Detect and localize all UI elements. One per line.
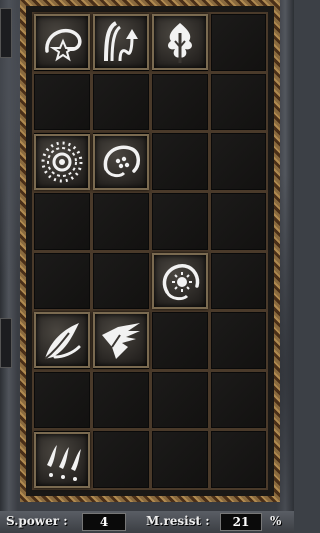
skill-slot[interactable]	[34, 312, 90, 369]
skill-slot[interactable]	[34, 371, 90, 429]
left-edge-slot	[0, 318, 12, 368]
skill-slot[interactable]	[93, 73, 149, 131]
skill-slot[interactable]	[152, 252, 208, 310]
skill-slot[interactable]	[93, 312, 149, 369]
skill-slot[interactable]	[93, 14, 149, 71]
skill-slot[interactable]	[211, 133, 266, 190]
claw-marks-icon[interactable]	[34, 431, 90, 488]
magic-resist-value: 21	[220, 513, 262, 531]
tree-spirit-icon[interactable]	[152, 14, 208, 71]
skill-slot[interactable]	[93, 371, 149, 429]
skill-slot[interactable]	[152, 133, 208, 190]
skill-slot[interactable]	[211, 73, 266, 131]
crescent-dots-icon[interactable]	[93, 133, 149, 190]
skill-slot[interactable]	[211, 14, 266, 71]
skill-slot[interactable]	[34, 14, 90, 71]
skill-slot[interactable]	[34, 73, 90, 131]
skill-slot[interactable]	[152, 14, 208, 71]
skill-slot[interactable]	[152, 192, 208, 250]
magic-resist-label: M.resist :	[146, 514, 210, 528]
left-edge-slot	[0, 8, 12, 58]
skill-slot[interactable]	[93, 252, 149, 310]
skill-slot[interactable]	[93, 133, 149, 190]
skill-slot[interactable]	[93, 431, 149, 488]
skill-slot[interactable]	[211, 252, 266, 310]
skill-grid	[32, 12, 268, 490]
skill-slot[interactable]	[152, 431, 208, 488]
wing-feather-icon[interactable]	[93, 312, 149, 369]
skill-slot[interactable]	[34, 252, 90, 310]
radiant-ring-icon[interactable]	[34, 133, 90, 190]
skill-slot[interactable]	[152, 371, 208, 429]
skill-book-panel	[20, 0, 280, 502]
updraft-arrow-icon[interactable]	[93, 14, 149, 71]
skill-slot[interactable]	[152, 73, 208, 131]
swirl-star-icon[interactable]	[34, 14, 90, 71]
spell-power-value: 4	[82, 513, 126, 531]
skill-slot[interactable]	[34, 431, 90, 488]
percent-sign: %	[270, 514, 282, 528]
skill-slot[interactable]	[211, 371, 266, 429]
skill-slot[interactable]	[211, 431, 266, 488]
leaf-blade-icon[interactable]	[34, 312, 90, 369]
skill-slot[interactable]	[93, 192, 149, 250]
skill-slot[interactable]	[34, 133, 90, 190]
skill-slot[interactable]	[211, 192, 266, 250]
skill-slot[interactable]	[152, 312, 208, 369]
spell-power-label: S.power :	[6, 514, 68, 528]
skill-slot[interactable]	[211, 312, 266, 369]
skill-slot[interactable]	[34, 192, 90, 250]
sun-crescent-icon[interactable]	[152, 252, 208, 309]
